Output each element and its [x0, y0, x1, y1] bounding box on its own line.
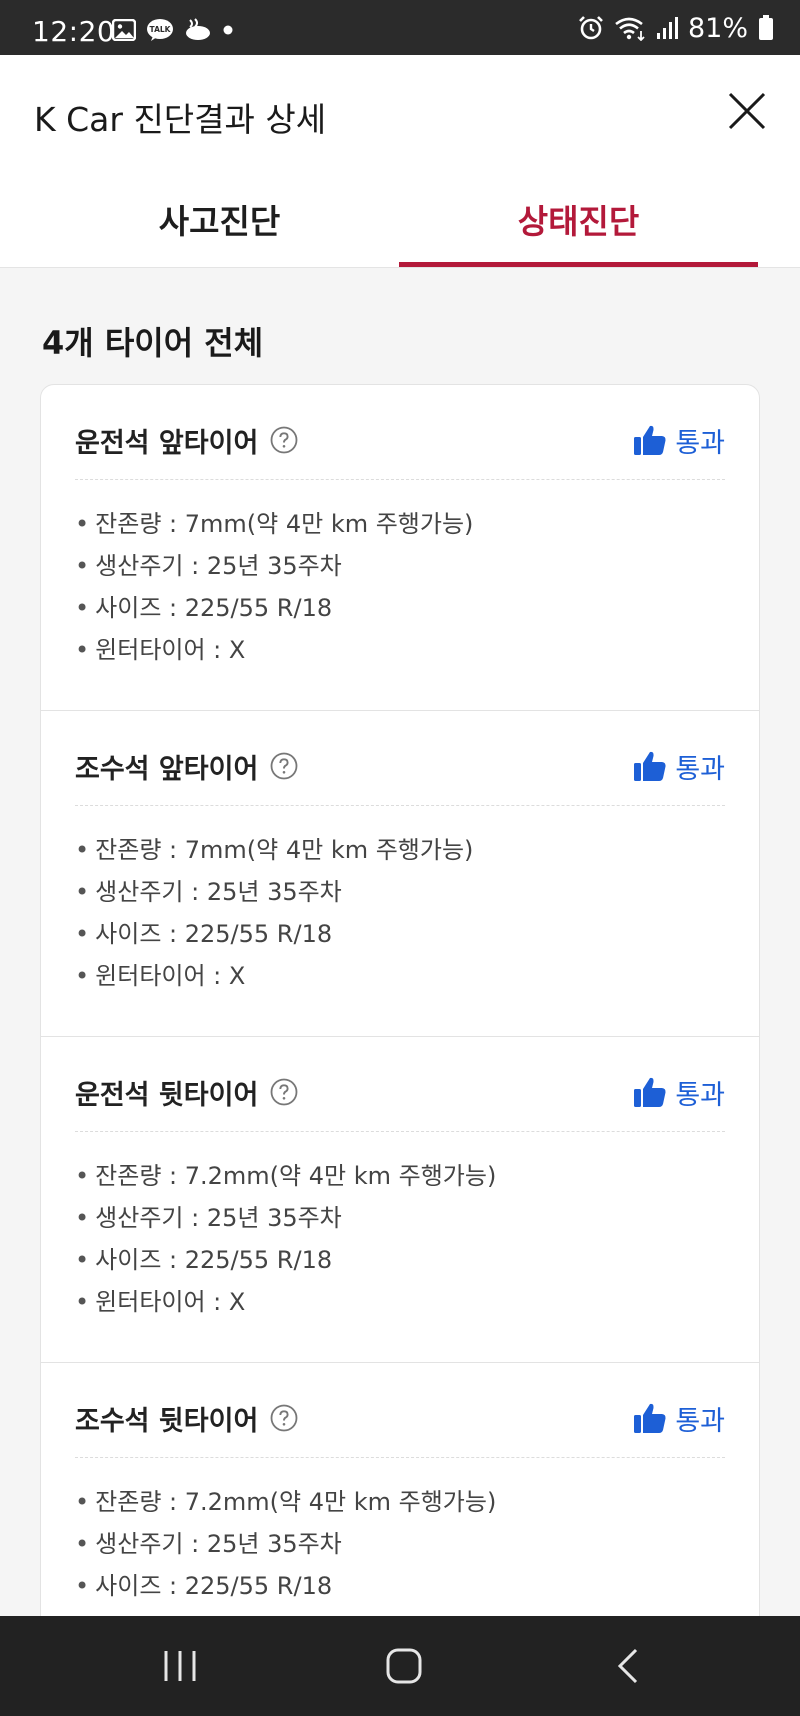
pass-status: 통과 [633, 747, 725, 786]
alarm-icon [578, 15, 604, 41]
close-button[interactable] [726, 90, 768, 132]
status-time: 12:20 [32, 15, 116, 48]
tire-spec-list: 잔존량 : 7mm(약 4만 km 주행가능) 생산주기 : 25년 35주차 … [75, 503, 473, 671]
spec-production-week: 생산주기 : 25년 35주차 [75, 871, 473, 913]
spec-winter-tire: 윈터타이어 : X [75, 629, 473, 671]
spec-tread-remaining: 잔존량 : 7mm(약 4만 km 주행가능) [75, 829, 473, 871]
close-icon [728, 92, 766, 130]
dot-icon [222, 24, 234, 36]
card-divider [75, 805, 725, 806]
battery-icon [758, 15, 774, 41]
pass-label: 통과 [675, 1405, 725, 1437]
kakaotalk-badge-text: TALK [150, 25, 172, 34]
system-nav-bar [0, 1616, 800, 1716]
spec-size: 사이즈 : 225/55 R/18 [75, 1239, 496, 1281]
kakaotalk-icon: TALK [146, 18, 174, 42]
pass-label: 통과 [675, 753, 725, 785]
wifi-icon [614, 15, 646, 41]
tire-name: 운전석 뒷타이어 [75, 1079, 259, 1111]
recent-apps-button[interactable] [158, 1644, 202, 1688]
page-title: K Car 진단결과 상세 [34, 100, 327, 139]
tire-spec-list: 잔존량 : 7.2mm(약 4만 km 주행가능) 생산주기 : 25년 35주… [75, 1481, 496, 1617]
thumbs-up-icon [634, 1403, 666, 1433]
tire-card-list: 운전석 앞타이어 통과 잔존량 : 7mm(약 4만 km 주행가능) 생산주기… [40, 384, 760, 1618]
tire-card-driver-front: 운전석 앞타이어 통과 잔존량 : 7mm(약 4만 km 주행가능) 생산주기… [41, 385, 759, 711]
card-divider [75, 1131, 725, 1132]
help-icon[interactable] [270, 426, 298, 454]
tab-condition-diagnosis[interactable]: 상태진단 [399, 185, 758, 267]
battery-percent: 81% [687, 12, 748, 44]
tire-name: 조수석 뒷타이어 [75, 1405, 259, 1437]
pass-label: 통과 [675, 1079, 725, 1111]
tire-name: 운전석 앞타이어 [75, 427, 259, 459]
section-title: 4개 타이어 전체 [42, 324, 264, 362]
card-divider [75, 479, 725, 480]
coffee-icon [184, 18, 212, 42]
tire-spec-list: 잔존량 : 7mm(약 4만 km 주행가능) 생산주기 : 25년 35주차 … [75, 829, 473, 997]
tire-spec-list: 잔존량 : 7.2mm(약 4만 km 주행가능) 생산주기 : 25년 35주… [75, 1155, 496, 1323]
spec-production-week: 생산주기 : 25년 35주차 [75, 1197, 496, 1239]
spec-size: 사이즈 : 225/55 R/18 [75, 913, 473, 955]
card-divider [75, 1457, 725, 1458]
pass-status: 통과 [633, 421, 725, 460]
spec-size: 사이즈 : 225/55 R/18 [75, 587, 473, 629]
spec-tread-remaining: 잔존량 : 7mm(약 4만 km 주행가능) [75, 503, 473, 545]
thumbs-up-icon [634, 1077, 666, 1107]
signal-icon [656, 16, 678, 40]
back-icon [617, 1648, 638, 1684]
spec-production-week: 생산주기 : 25년 35주차 [75, 545, 473, 587]
back-button[interactable] [606, 1644, 650, 1688]
tire-name: 조수석 앞타이어 [75, 753, 259, 785]
tire-card-passenger-front: 조수석 앞타이어 통과 잔존량 : 7mm(약 4만 km 주행가능) 생산주기… [41, 711, 759, 1037]
home-button[interactable] [382, 1644, 426, 1688]
spec-winter-tire: 윈터타이어 : X [75, 955, 473, 997]
spec-production-week: 생산주기 : 25년 35주차 [75, 1523, 496, 1565]
home-icon [386, 1648, 422, 1684]
recent-apps-icon [164, 1651, 196, 1681]
tab-accident-diagnosis[interactable]: 사고진단 [40, 185, 399, 267]
spec-winter-tire: 윈터타이어 : X [75, 1281, 496, 1323]
spec-tread-remaining: 잔존량 : 7.2mm(약 4만 km 주행가능) [75, 1155, 496, 1197]
spec-tread-remaining: 잔존량 : 7.2mm(약 4만 km 주행가능) [75, 1481, 496, 1523]
thumbs-up-icon [634, 425, 666, 455]
help-icon[interactable] [270, 1404, 298, 1432]
pass-label: 통과 [675, 427, 725, 459]
pass-status: 통과 [633, 1073, 725, 1112]
tab-bar: 사고진단 상태진단 [40, 185, 758, 267]
thumbs-up-icon [634, 751, 666, 781]
spec-size: 사이즈 : 225/55 R/18 [75, 1565, 496, 1607]
help-icon[interactable] [270, 752, 298, 780]
header: K Car 진단결과 상세 사고진단 상태진단 [0, 55, 800, 268]
tire-card-driver-rear: 운전석 뒷타이어 통과 잔존량 : 7.2mm(약 4만 km 주행가능) 생산… [41, 1037, 759, 1363]
tire-card-passenger-rear: 조수석 뒷타이어 통과 잔존량 : 7.2mm(약 4만 km 주행가능) 생산… [41, 1363, 759, 1617]
help-icon[interactable] [270, 1078, 298, 1106]
pass-status: 통과 [633, 1399, 725, 1438]
status-bar: 12:20 TALK 81% [0, 0, 800, 55]
gallery-icon [112, 19, 136, 41]
